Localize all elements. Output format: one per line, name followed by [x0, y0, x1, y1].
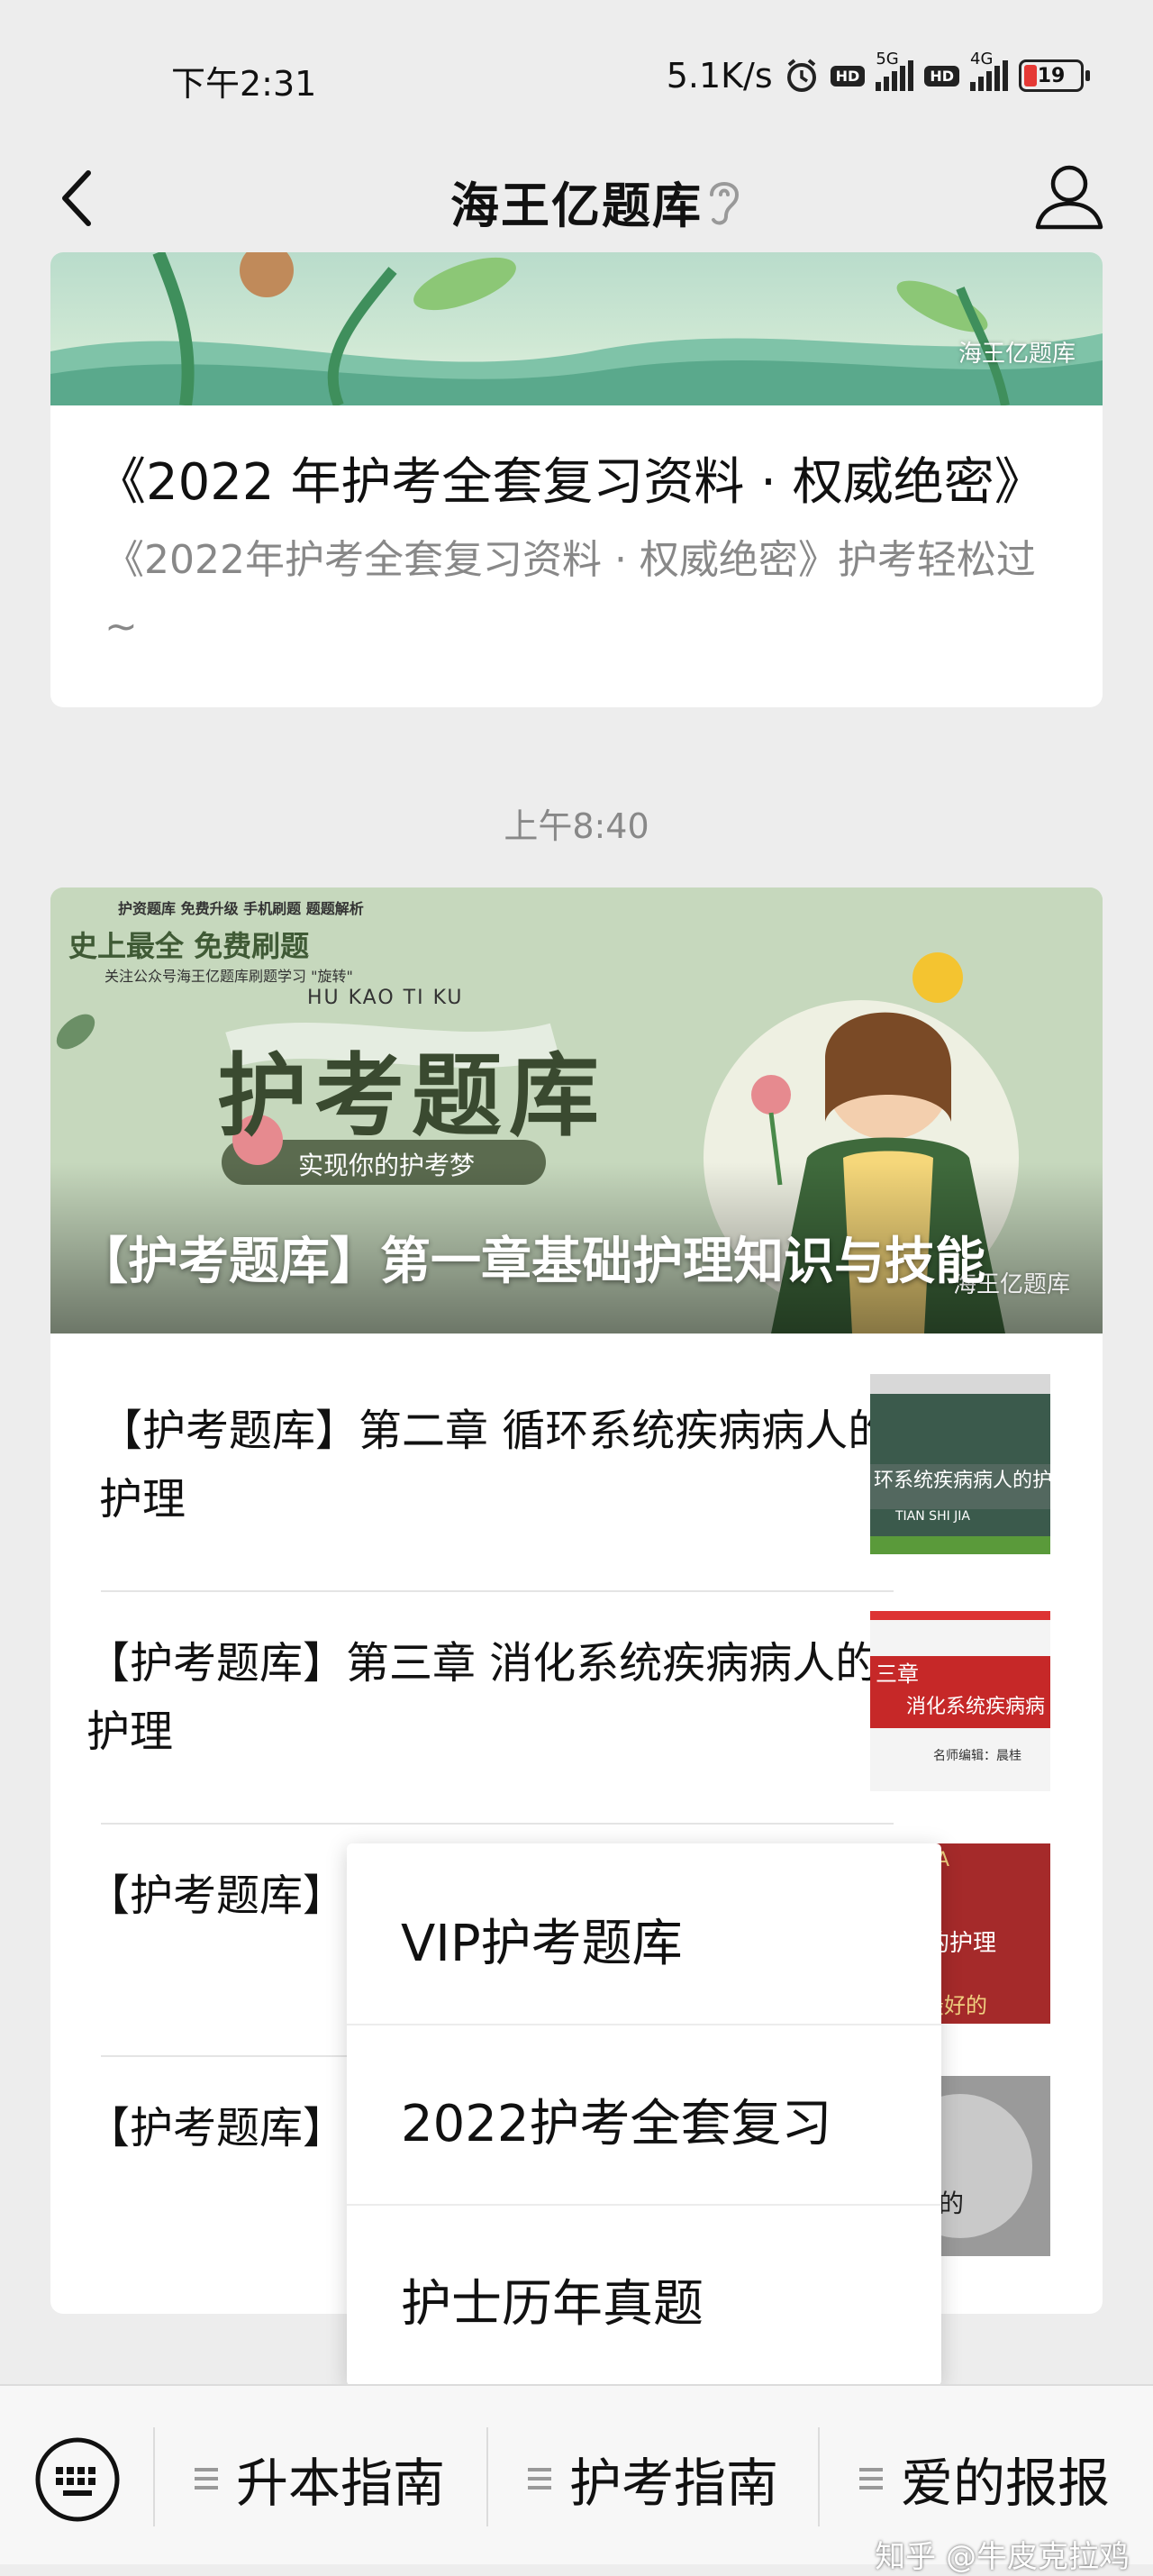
page-title: 海王亿题库	[450, 177, 703, 234]
menu-button-label: 升本指南	[236, 2453, 446, 2514]
menu-item-vip-question-bank[interactable]: VIP护考题库	[347, 1843, 941, 2024]
hero-article-title: 【护考题库】第一章基础护理知识与技能	[77, 1233, 985, 1291]
hd-badge: HD	[924, 65, 959, 86]
thumbnail-subtext: TIAN SHI JIA	[895, 1509, 971, 1524]
article-title: 【护考题库】第三章 消化系统疾病病人的护理	[86, 1638, 879, 1757]
menu-lines-icon	[528, 2468, 551, 2490]
battery-level: 19	[1037, 64, 1066, 87]
menu-lines-icon	[859, 2468, 883, 2490]
article-thumbnail: 环系统疾病病人的护理 TIAN SHI JIA	[870, 1374, 1050, 1554]
article-thumbnail: 三章 消化系统疾病病 名师编辑：晨桂	[870, 1611, 1050, 1791]
list-item[interactable]: 【护考题库】第三章 消化系统疾病病人的护理 三章 消化系统疾病病 名师编辑：晨桂	[50, 1566, 1103, 1798]
thumbnail-text: 环系统疾病病人的护理	[874, 1470, 1050, 1492]
ear-icon	[710, 182, 740, 225]
status-bar: 下午2:31 5.1K/s HD 5G HD 4G 19	[0, 0, 1153, 144]
network-speed: 5.1K/s	[666, 56, 773, 96]
menu-item-label: 护士历年真题	[401, 2275, 704, 2334]
menu-button-upgrade-guide[interactable]: 升本指南	[195, 2438, 445, 2519]
thumbnail-text: 消化系统疾病病	[906, 1696, 1046, 1718]
nav-bar: 海王亿题库	[0, 144, 1153, 261]
network-type-label: 5G	[876, 50, 899, 68]
menu-button-label: 护考指南	[569, 2453, 779, 2514]
status-time: 下午2:31	[171, 64, 317, 104]
article-title: 《2022 年护考全套复习资料 · 权威绝密》	[95, 453, 1045, 512]
menu-item-label: 2022护考全套复习	[401, 2095, 832, 2153]
hd-badge: HD	[830, 65, 866, 86]
menu-lines-icon	[195, 2468, 218, 2490]
battery-icon: 19	[1019, 59, 1090, 92]
network-type-label: 4G	[970, 50, 994, 68]
list-item[interactable]: 【护考题库】第二章 循环系统疾病病人的护理 环系统疾病病人的护理 TIAN SH…	[50, 1334, 1103, 1566]
hero-small-text: 护资题库 免费升级 手机刷题 题题解析	[118, 900, 364, 917]
profile-icon[interactable]	[1030, 157, 1108, 234]
menu-item-label: VIP护考题库	[401, 1915, 683, 1973]
hero-big-title: 护考题库	[217, 1043, 606, 1149]
alarm-icon	[786, 59, 816, 92]
divider	[153, 2427, 155, 2526]
article-banner-image: 海王亿题库	[50, 252, 1103, 405]
menu-item-2022-review[interactable]: 2022护考全套复习	[347, 2024, 941, 2204]
menu-button-love-report[interactable]: 爱的报报	[859, 2438, 1110, 2519]
hero-follow-text: 关注公众号海王亿题库刷题学习 "旋转"	[104, 968, 353, 985]
keyboard-icon[interactable]	[32, 2435, 123, 2525]
thumbnail-header: 三章	[876, 1661, 919, 1687]
banner-watermark: 海王亿题库	[958, 341, 1076, 368]
hero-pinyin: HU KAO TI KU	[307, 987, 464, 1009]
menu-item-past-exams[interactable]: 护士历年真题	[347, 2204, 941, 2384]
divider	[486, 2427, 488, 2526]
message-timestamp: 上午8:40	[504, 806, 649, 846]
menu-button-label: 爱的报报	[901, 2453, 1111, 2514]
zhihu-watermark: 知乎 @牛皮克拉鸡	[875, 2539, 1130, 2575]
thumbnail-subtext: 名师编辑：晨桂	[933, 1749, 1021, 1763]
hero-slogan: 史上最全 免费刷题	[68, 929, 310, 963]
article-title: 【护考题库】第二章 循环系统疾病病人的护理	[99, 1406, 892, 1525]
status-indicators: 5.1K/s HD 5G HD 4G 19	[666, 50, 1090, 96]
divider	[818, 2427, 820, 2526]
menu-button-nursing-exam-guide[interactable]: 护考指南	[528, 2438, 778, 2519]
hero-article[interactable]: 护资题库 免费升级 手机刷题 题题解析 史上最全 免费刷题 关注公众号海王亿题库…	[50, 887, 1103, 1334]
article-description: 《2022年护考全套复习资料 · 权威绝密》护考轻松过~	[104, 537, 1036, 650]
submenu-popup: VIP护考题库 2022护考全套复习 护士历年真题	[347, 1843, 941, 2386]
article-card[interactable]: 海王亿题库 《2022 年护考全套复习资料 · 权威绝密》 《2022年护考全套…	[50, 252, 1103, 707]
